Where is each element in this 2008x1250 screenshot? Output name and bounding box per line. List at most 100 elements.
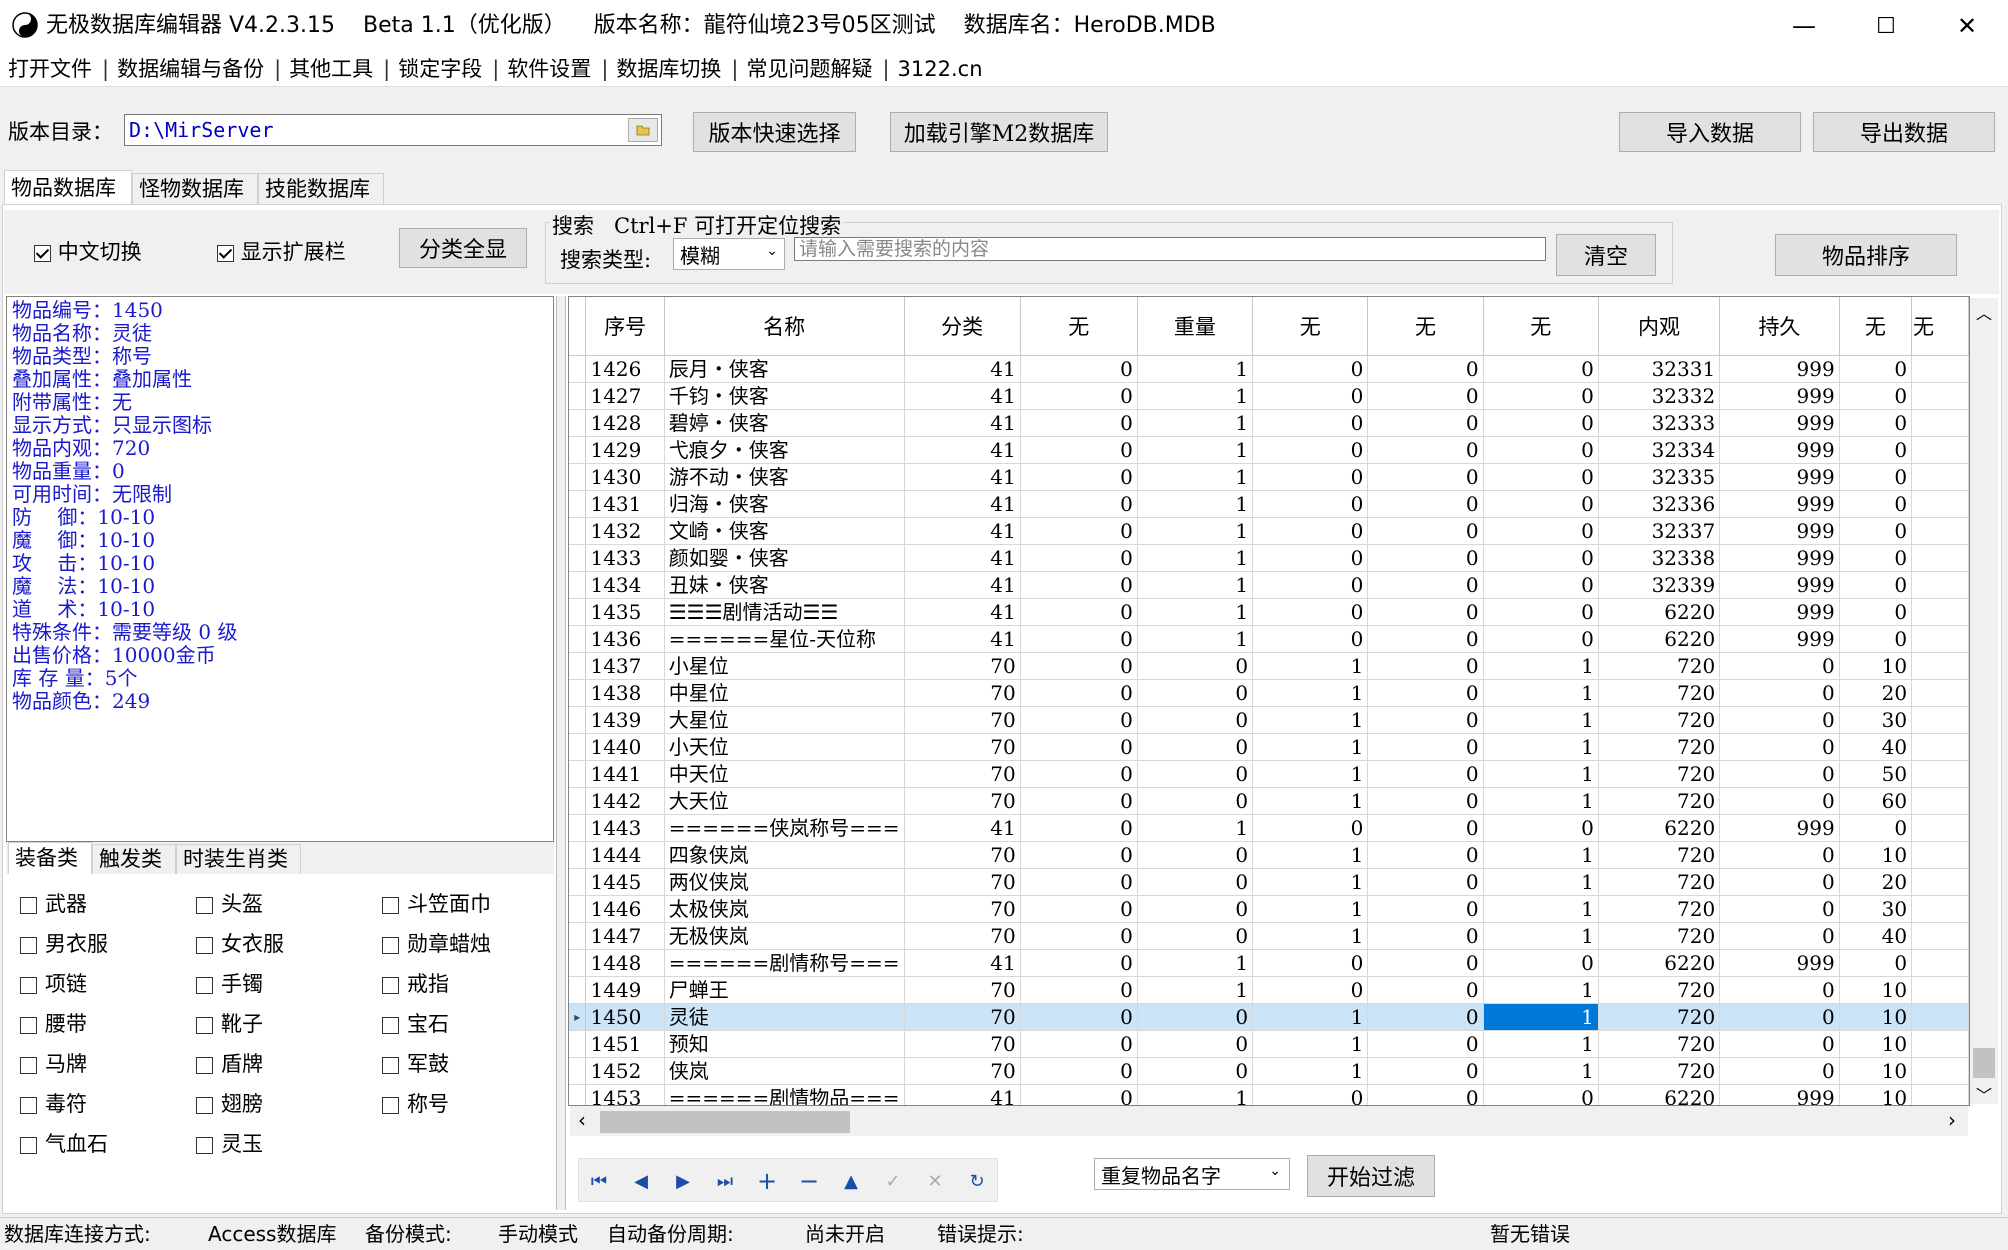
- checkbox-unchecked[interactable]: [196, 1017, 213, 1034]
- maximize-button[interactable]: ☐: [1845, 0, 1927, 52]
- table-cell[interactable]: 1446: [585, 895, 665, 923]
- table-cell[interactable]: 0: [1367, 625, 1484, 653]
- table-cell[interactable]: 0: [1719, 679, 1840, 707]
- table-cell[interactable]: 1: [1137, 598, 1254, 626]
- table-cell[interactable]: 0: [1483, 517, 1599, 545]
- table-cell[interactable]: 1: [1483, 1057, 1599, 1085]
- table-cell[interactable]: 1: [1137, 517, 1254, 545]
- checkbox-unchecked[interactable]: [20, 1017, 37, 1034]
- table-cell[interactable]: 0: [1367, 355, 1484, 383]
- table-row[interactable]: 1429 弋痕夕・侠客 41 0 1 0 0 0 32334 999 0: [569, 436, 1969, 464]
- table-cell[interactable]: 0: [1483, 355, 1599, 383]
- category-checkbox[interactable]: 称号: [382, 1088, 449, 1118]
- table-cell[interactable]: 0: [1839, 814, 1913, 842]
- table-cell[interactable]: 0: [1367, 760, 1484, 788]
- column-header[interactable]: 重量: [1137, 297, 1254, 356]
- table-cell[interactable]: 0: [1367, 382, 1484, 410]
- table-cell[interactable]: 70: [904, 895, 1021, 923]
- checkbox-unchecked[interactable]: [382, 977, 399, 994]
- table-cell[interactable]: 0: [1483, 382, 1599, 410]
- table-cell[interactable]: 720: [1598, 787, 1721, 815]
- table-cell[interactable]: 0: [1483, 571, 1599, 599]
- table-cell[interactable]: 0: [1020, 436, 1138, 464]
- table-cell[interactable]: [1911, 382, 1969, 410]
- table-cell[interactable]: 1435: [585, 598, 665, 626]
- table-cell[interactable]: 1: [1483, 868, 1599, 896]
- table-cell[interactable]: 32339: [1598, 571, 1721, 599]
- table-cell[interactable]: 1: [1137, 1084, 1254, 1105]
- table-cell[interactable]: 太极侠岚: [664, 895, 905, 923]
- table-cell[interactable]: 1: [1252, 787, 1369, 815]
- table-cell[interactable]: 60: [1839, 787, 1913, 815]
- table-cell[interactable]: 32332: [1598, 382, 1721, 410]
- checkbox-checked[interactable]: [217, 245, 234, 262]
- table-cell[interactable]: 70: [904, 841, 1021, 869]
- table-cell[interactable]: 1: [1252, 841, 1369, 869]
- table-cell[interactable]: 720: [1598, 1003, 1721, 1031]
- table-cell[interactable]: 0: [1367, 436, 1484, 464]
- tab-equipment[interactable]: 装备类: [8, 842, 92, 874]
- table-cell[interactable]: 无极侠岚: [664, 922, 905, 950]
- table-cell[interactable]: 0: [1719, 787, 1840, 815]
- table-cell[interactable]: 0: [1719, 1030, 1840, 1058]
- table-cell[interactable]: [1911, 598, 1969, 626]
- checkbox-unchecked[interactable]: [382, 937, 399, 954]
- table-cell[interactable]: 0: [1137, 787, 1254, 815]
- table-cell[interactable]: 1: [1137, 436, 1254, 464]
- checkbox-unchecked[interactable]: [20, 1137, 37, 1154]
- table-cell[interactable]: 40: [1839, 733, 1913, 761]
- table-cell[interactable]: 32331: [1598, 355, 1721, 383]
- table-row[interactable]: 1449 尸蝉王 70 0 1 0 0 1 720 0 10: [569, 976, 1969, 1004]
- vertical-scrollbar[interactable]: ︿ ﹀: [1970, 298, 1998, 1105]
- table-cell[interactable]: 0: [1367, 976, 1484, 1004]
- table-cell[interactable]: 1437: [585, 652, 665, 680]
- table-cell[interactable]: 0: [1020, 544, 1138, 572]
- table-cell[interactable]: 0: [1367, 787, 1484, 815]
- table-cell[interactable]: 0: [1252, 544, 1369, 572]
- sort-button[interactable]: 物品排序: [1775, 234, 1957, 276]
- table-cell[interactable]: [1911, 868, 1969, 896]
- table-cell[interactable]: [1911, 355, 1969, 383]
- table-cell[interactable]: 0: [1719, 895, 1840, 923]
- search-input[interactable]: 请输入需要搜索的内容: [794, 237, 1546, 261]
- hscroll-thumb[interactable]: [600, 1111, 850, 1133]
- checkbox-unchecked[interactable]: [382, 1017, 399, 1034]
- table-cell[interactable]: [1911, 436, 1969, 464]
- table-cell[interactable]: 1426: [585, 355, 665, 383]
- table-cell[interactable]: 40: [1839, 922, 1913, 950]
- edit-record-icon[interactable]: ▲: [836, 1166, 866, 1196]
- table-cell[interactable]: 0: [1367, 706, 1484, 734]
- table-cell[interactable]: 0: [1839, 949, 1913, 977]
- table-cell[interactable]: 1453: [585, 1084, 665, 1105]
- export-button[interactable]: 导出数据: [1813, 112, 1995, 152]
- table-row[interactable]: 1453 ======剧情物品=== 41 0 1 0 0 0 6220 999 10: [569, 1084, 1969, 1105]
- table-cell[interactable]: 0: [1020, 382, 1138, 410]
- table-cell[interactable]: 0: [1020, 490, 1138, 518]
- table-cell[interactable]: 70: [904, 1003, 1021, 1031]
- checkbox-unchecked[interactable]: [20, 937, 37, 954]
- filter-select[interactable]: 重复物品名字 ⌄: [1094, 1158, 1290, 1190]
- table-cell[interactable]: 720: [1598, 841, 1721, 869]
- table-row[interactable]: 1434 丑妹・侠客 41 0 1 0 0 0 32339 999 0: [569, 571, 1969, 599]
- table-cell[interactable]: 0: [1367, 490, 1484, 518]
- column-header[interactable]: 无: [1252, 297, 1369, 356]
- table-cell[interactable]: [1911, 841, 1969, 869]
- table-cell[interactable]: 1: [1483, 895, 1599, 923]
- show-all-button[interactable]: 分类全显: [399, 228, 527, 268]
- table-cell[interactable]: 1431: [585, 490, 665, 518]
- table-cell[interactable]: 0: [1020, 598, 1138, 626]
- table-cell[interactable]: 999: [1719, 571, 1840, 599]
- table-cell[interactable]: 0: [1020, 463, 1138, 491]
- table-cell[interactable]: 0: [1367, 652, 1484, 680]
- table-cell[interactable]: [1911, 679, 1969, 707]
- table-cell[interactable]: 0: [1719, 841, 1840, 869]
- table-cell[interactable]: 10: [1839, 1003, 1913, 1031]
- table-cell[interactable]: 32334: [1598, 436, 1721, 464]
- table-cell[interactable]: 灵徒: [664, 1003, 905, 1031]
- table-cell[interactable]: 720: [1598, 679, 1721, 707]
- table-cell[interactable]: 720: [1598, 976, 1721, 1004]
- table-row[interactable]: 1427 千钧・侠客 41 0 1 0 0 0 32332 999 0: [569, 382, 1969, 410]
- table-cell[interactable]: 720: [1598, 652, 1721, 680]
- table-cell[interactable]: 0: [1020, 1057, 1138, 1085]
- table-cell[interactable]: 41: [904, 814, 1021, 842]
